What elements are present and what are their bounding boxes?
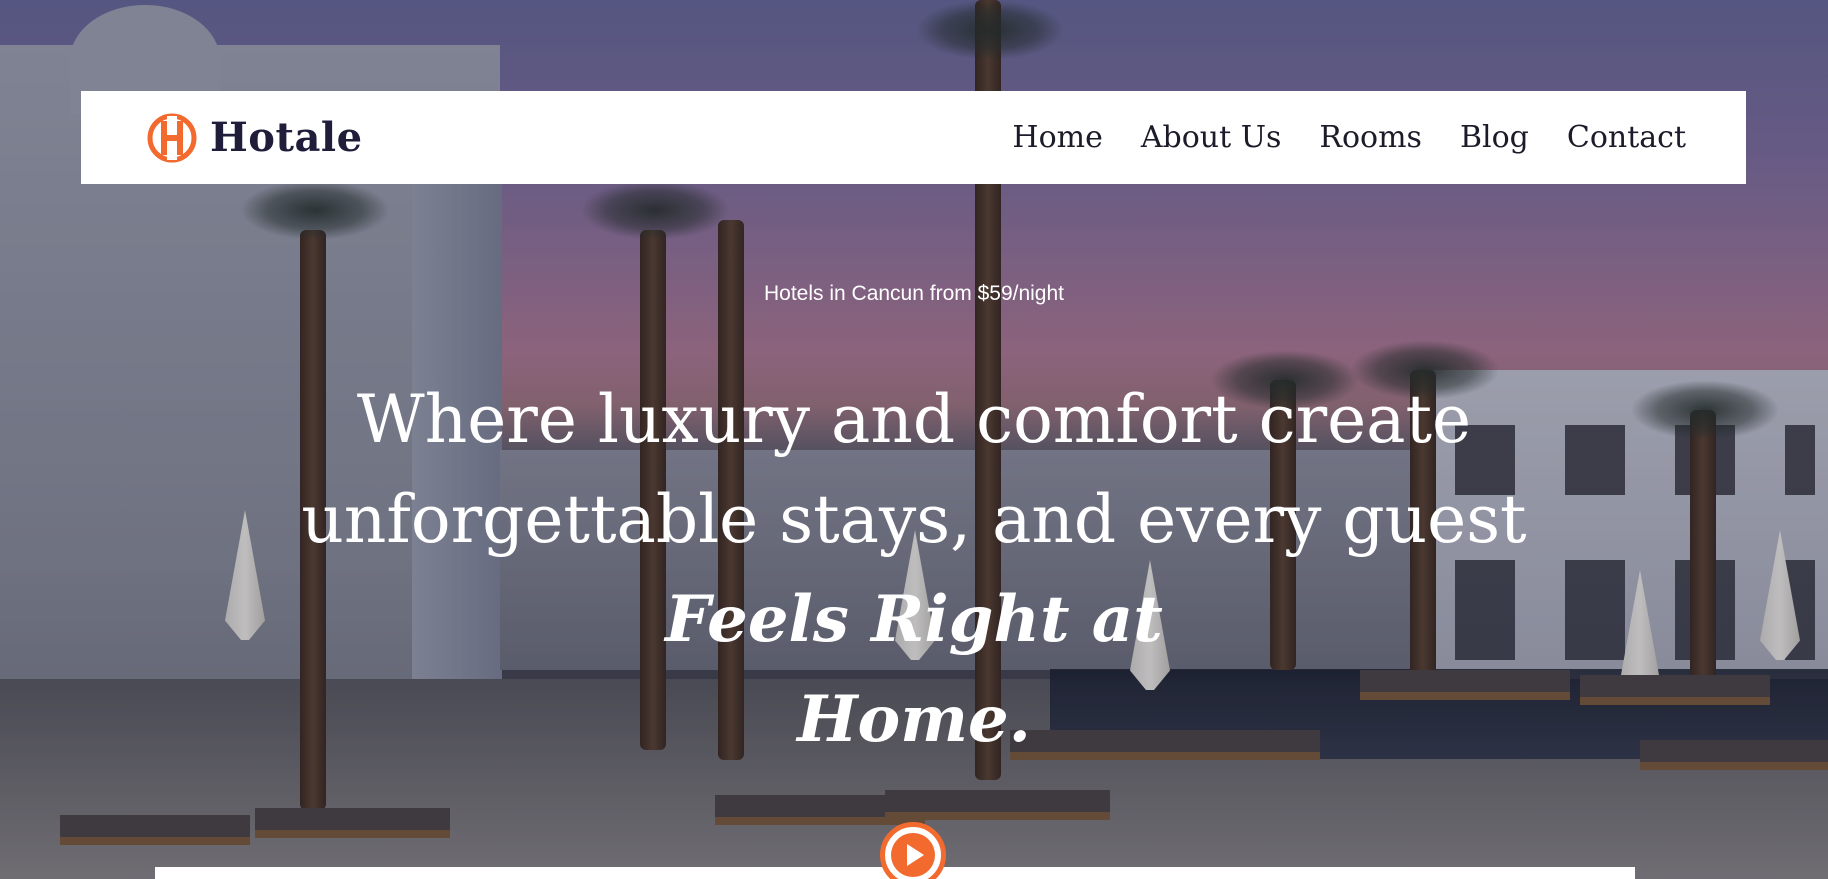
hero-headline-line: unforgettable stays, and every guest <box>301 481 1527 558</box>
hero-headline-line: Where luxury and comfort create <box>356 381 1472 458</box>
hero-headline-emphasis: Home. <box>797 682 1031 757</box>
play-triangle <box>907 844 924 866</box>
hero-headline-emphasis: Feels Right at <box>665 582 1163 657</box>
hero-content: Hotels in Cancun from $59/night Where lu… <box>0 0 1828 879</box>
hero-section: Hotale Home About Us Rooms Blog Contact … <box>0 0 1828 879</box>
play-video-button[interactable] <box>880 822 946 879</box>
hero-headline: Where luxury and comfort create unforget… <box>0 370 1828 770</box>
hero-tagline: Hotels in Cancun from $59/night <box>764 282 1064 305</box>
play-icon <box>891 833 935 877</box>
